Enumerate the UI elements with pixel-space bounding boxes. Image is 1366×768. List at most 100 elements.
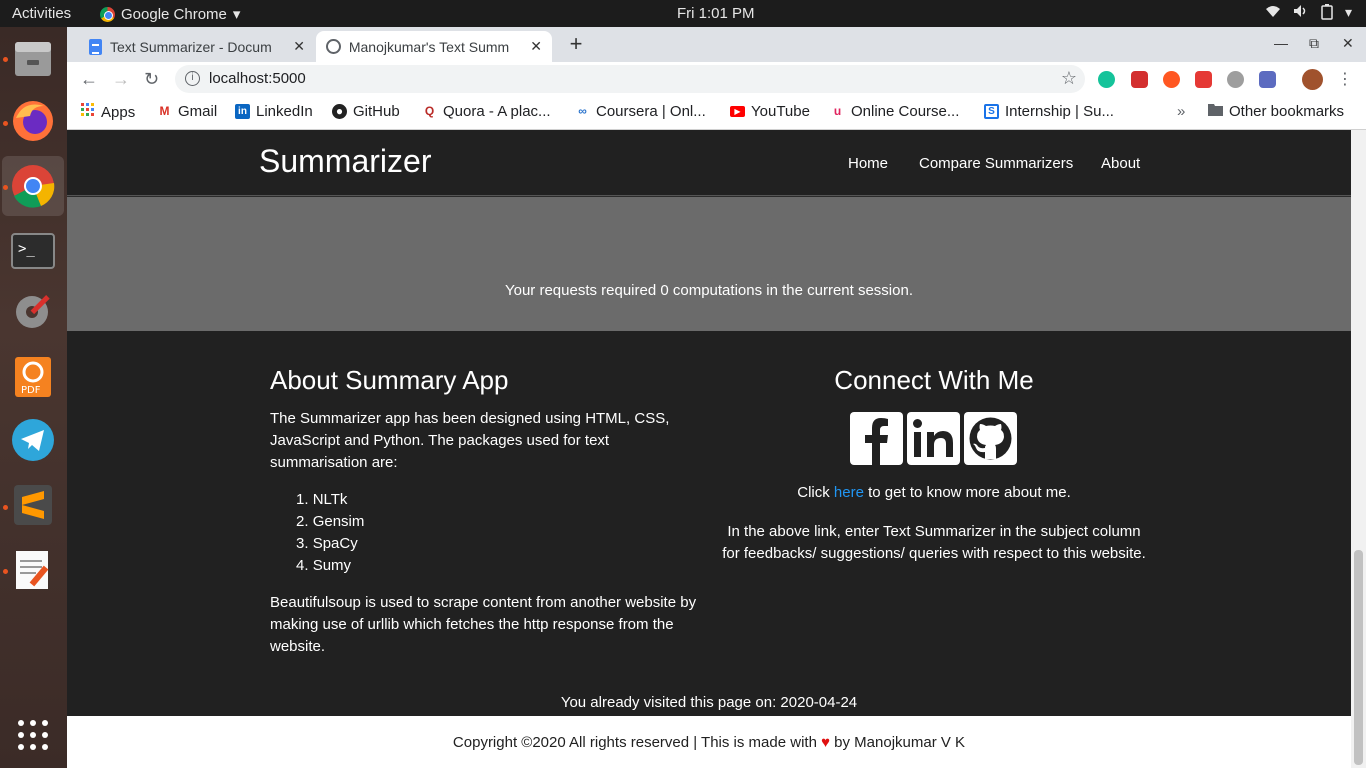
list-item: 4. Sumy: [296, 557, 352, 574]
click-suffix: to get to know more about me.: [863, 484, 1071, 501]
site-brand[interactable]: Summarizer: [259, 143, 431, 180]
more-bookmarks-chevron[interactable]: »: [1177, 103, 1185, 120]
feedback-text: In the above link, enter Text Summarizer…: [722, 523, 1146, 562]
list-item: 1. NLTk: [296, 491, 348, 508]
list-item: 3. SpaCy: [296, 535, 358, 552]
page-scrollbar[interactable]: [1351, 130, 1366, 768]
menu-dots-icon[interactable]: ⋮: [1337, 69, 1353, 89]
text-editor-icon[interactable]: [9, 545, 57, 593]
info-icon[interactable]: i: [185, 71, 200, 86]
tab-title: Text Summarizer - Docum: [109, 38, 272, 55]
forward-icon[interactable]: →: [112, 69, 130, 90]
chevron-down-icon: ▾: [232, 6, 241, 23]
system-tray[interactable]: ▾: [1265, 4, 1352, 23]
apps-grid-icon: [81, 103, 95, 121]
browser-window: Text Summarizer - Docum ✕ Manojkumar's T…: [67, 27, 1366, 130]
copyright-bar: Copyright ©2020 All rights reserved | Th…: [67, 716, 1351, 768]
address-bar[interactable]: i localhost:5000 ☆: [175, 65, 1085, 93]
running-indicator: [3, 121, 8, 126]
tab-manojkumar-summarizer[interactable]: Manojkumar's Text Summ ✕: [316, 31, 552, 62]
reload-icon[interactable]: ↻: [144, 69, 159, 90]
grammarly-icon[interactable]: [1098, 71, 1115, 88]
bookmark-linkedin[interactable]: in LinkedIn: [235, 103, 313, 120]
bookmark-label: Online Course...: [851, 103, 960, 120]
bookmark-label: Internship | Su...: [1005, 103, 1114, 120]
bookmark-star-icon[interactable]: ☆: [1061, 68, 1077, 89]
close-icon[interactable]: ✕: [293, 38, 305, 55]
globe-icon: [326, 39, 341, 54]
folder-icon: [1208, 103, 1223, 120]
battery-icon: [1321, 4, 1333, 23]
bookmark-label: LinkedIn: [256, 103, 313, 120]
bookmark-youtube[interactable]: ▶ YouTube: [730, 103, 810, 120]
files-icon[interactable]: [9, 34, 57, 82]
sublime-text-icon[interactable]: [9, 481, 57, 529]
system-top-bar: Activities Google Chrome ▾ Fri 1:01 PM ▾: [0, 0, 1366, 27]
bookmark-other[interactable]: Other bookmarks: [1208, 103, 1344, 120]
app-menu-label: Google Chrome: [121, 5, 227, 23]
linkedin-icon: in: [235, 104, 250, 119]
bookmark-gmail[interactable]: M Gmail: [157, 103, 218, 120]
minimize-icon[interactable]: —: [1274, 35, 1288, 51]
quora-icon: Q: [424, 104, 435, 118]
svg-text:>_: >_: [18, 241, 35, 257]
package-list: 1. NLTk 2. Gensim 3. SpaCy 4. Sumy: [270, 489, 364, 577]
running-indicator: [3, 505, 8, 510]
extension-media-icon[interactable]: [1195, 71, 1212, 88]
settings-tools-icon[interactable]: [9, 289, 57, 337]
wifi-icon: [1265, 4, 1281, 23]
gmail-icon: M: [159, 104, 170, 118]
running-indicator: [3, 185, 8, 190]
nav-compare-summarizers[interactable]: Compare Summarizers: [919, 155, 1073, 172]
nav-about[interactable]: About: [1101, 155, 1140, 172]
maximize-icon[interactable]: ⧉: [1309, 35, 1319, 52]
app-menu[interactable]: Google Chrome ▾: [100, 5, 240, 23]
close-icon[interactable]: ✕: [530, 38, 542, 55]
bookmark-github[interactable]: ● GitHub: [332, 103, 400, 120]
social-links: [850, 412, 1017, 465]
github-icon[interactable]: [964, 412, 1017, 465]
bookmark-label: GitHub: [353, 103, 400, 120]
window-close-icon[interactable]: ✕: [1342, 35, 1354, 52]
heart-icon: ♥: [821, 734, 830, 751]
pdf-editor-icon[interactable]: PDF: [9, 353, 57, 401]
new-tab-button[interactable]: +: [564, 33, 588, 57]
bookmark-internship[interactable]: S Internship | Su...: [984, 103, 1114, 120]
extension-camera-icon[interactable]: [1259, 71, 1276, 88]
facebook-icon[interactable]: [850, 412, 903, 465]
list-item: 2. Gensim: [296, 513, 365, 530]
package-name: SpaCy: [312, 535, 358, 552]
bookmark-label: YouTube: [751, 103, 810, 120]
clock[interactable]: Fri 1:01 PM: [677, 5, 755, 22]
bookmark-coursera[interactable]: ∞ Coursera | Onl...: [575, 103, 706, 120]
about-me-line: Click here to get to know more about me.: [724, 484, 1144, 501]
bookmark-quora[interactable]: Q Quora - A plac...: [422, 103, 551, 120]
coursera-icon: ∞: [578, 104, 587, 118]
click-prefix: Click: [797, 484, 834, 501]
activities-button[interactable]: Activities: [12, 5, 71, 22]
scrollbar-thumb[interactable]: [1354, 550, 1363, 765]
extension-gray-icon[interactable]: [1227, 71, 1244, 88]
chrome-mini-icon: [100, 6, 115, 22]
tab-text-summarizer-doc[interactable]: Text Summarizer - Docum ✕: [79, 31, 315, 62]
here-link[interactable]: here: [834, 484, 864, 501]
site-navbar: Summarizer Home Compare Summarizers Abou…: [67, 130, 1351, 196]
nav-home[interactable]: Home: [848, 155, 888, 172]
extension-red-book-icon[interactable]: [1131, 71, 1148, 88]
linkedin-icon[interactable]: [907, 412, 960, 465]
extension-orange-icon[interactable]: [1163, 71, 1180, 88]
running-indicator: [3, 569, 8, 574]
url-text: localhost:5000: [209, 70, 306, 87]
chrome-icon[interactable]: [9, 162, 57, 210]
firefox-icon[interactable]: [9, 97, 57, 145]
terminal-icon[interactable]: >_: [9, 227, 57, 275]
bookmark-apps[interactable]: Apps: [81, 103, 135, 121]
show-applications-icon[interactable]: [9, 711, 57, 759]
bookmark-online-course[interactable]: u Online Course...: [830, 103, 960, 120]
avatar[interactable]: [1302, 69, 1323, 90]
running-indicator: [3, 57, 8, 62]
browser-toolbar: ← → ↻ i localhost:5000 ☆ ⋮: [67, 62, 1366, 96]
connect-title: Connect With Me: [834, 365, 1034, 395]
back-icon[interactable]: ←: [80, 69, 98, 90]
telegram-icon[interactable]: [9, 416, 57, 464]
